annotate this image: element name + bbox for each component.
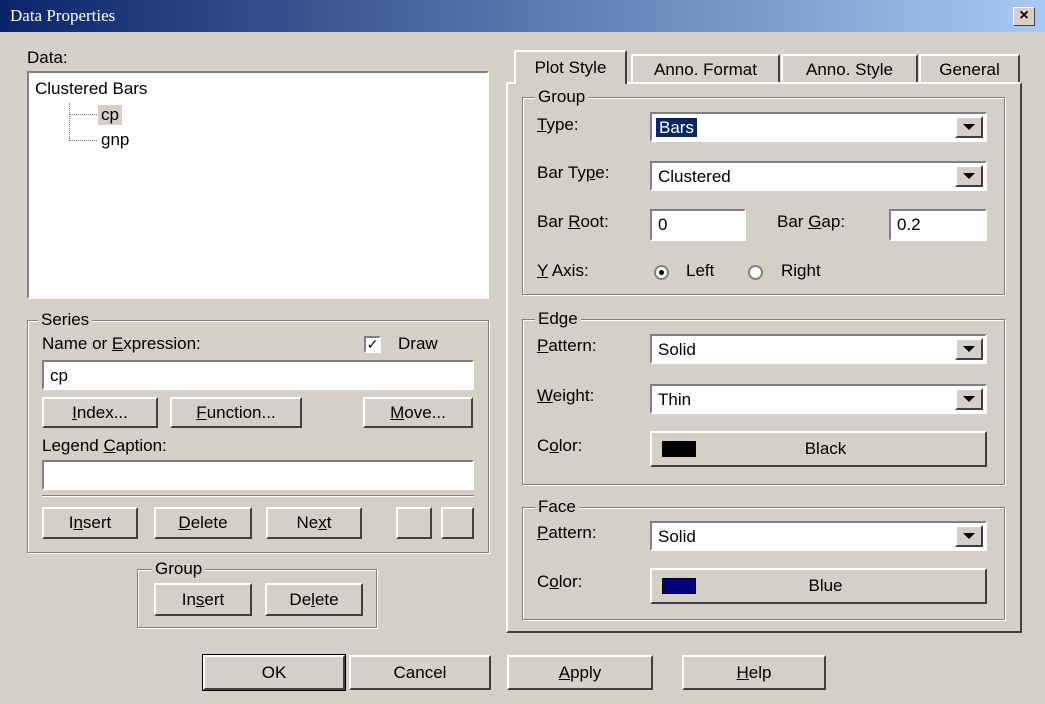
series-extra-button-2[interactable] [441, 507, 474, 539]
tree-root[interactable]: Clustered Bars [35, 79, 147, 99]
bar-type-dropdown-button[interactable] [955, 165, 983, 187]
group-insert-button[interactable]: Insert [154, 583, 252, 616]
index-button[interactable]: Index... [42, 397, 158, 428]
bar-root-input[interactable]: 0 [650, 209, 746, 241]
bar-root-label: Bar Root: [537, 212, 609, 231]
chevron-down-icon [963, 533, 975, 539]
type-select[interactable]: Bars [650, 112, 987, 142]
tree-line-vertical [69, 103, 71, 141]
edge-color-swatch [662, 441, 696, 457]
apply-button[interactable]: Apply [507, 655, 653, 690]
edge-weight-value: Thin [658, 390, 692, 409]
name-expression-input[interactable]: cp [42, 360, 474, 390]
face-color-name: Blue [808, 576, 843, 595]
chevron-down-icon [963, 396, 975, 402]
tab-plot-style[interactable]: Plot Style [514, 50, 627, 84]
close-button[interactable]: × [1013, 7, 1035, 26]
face-pattern-dropdown-button[interactable] [955, 525, 983, 547]
face-color-label: Color: [537, 572, 583, 591]
edge-pattern-dropdown-button[interactable] [955, 338, 983, 360]
edge-weight-dropdown-button[interactable] [955, 388, 983, 410]
type-value: Bars [656, 118, 697, 137]
title-bar [0, 0, 1045, 32]
draw-label: Draw [398, 334, 438, 353]
tree-item-cp[interactable]: cp [98, 105, 122, 125]
bar-type-label: Bar Type: [537, 163, 610, 182]
edge-weight-select[interactable]: Thin [650, 384, 987, 414]
edge-legend: Edge [535, 309, 581, 329]
legend-caption-input[interactable] [42, 460, 474, 490]
tab-anno-style[interactable]: Anno. Style [781, 54, 918, 84]
edge-weight-label: Weight: [537, 386, 595, 405]
chevron-down-icon [963, 173, 975, 179]
bar-type-value: Clustered [658, 167, 731, 186]
tree-line-branch [69, 140, 97, 141]
y-axis-left-radio[interactable] [654, 265, 669, 280]
data-tree[interactable]: Clustered Bars cp gnp [27, 71, 489, 299]
name-expression-value: cp [50, 366, 68, 385]
bar-gap-input[interactable]: 0.2 [889, 209, 987, 241]
group-delete-button[interactable]: Delete [265, 583, 363, 616]
help-button[interactable]: Help [682, 655, 826, 690]
edge-pattern-label: Pattern: [537, 336, 597, 355]
bar-type-select[interactable]: Clustered [650, 161, 987, 191]
face-color-button[interactable]: Blue [650, 568, 987, 604]
edge-color-name: Black [804, 439, 847, 458]
name-expression-label: Name or Expression: [42, 334, 201, 353]
face-pattern-select[interactable]: Solid [650, 521, 987, 551]
check-icon: ✓ [366, 336, 379, 352]
cancel-button[interactable]: Cancel [349, 655, 491, 690]
face-legend: Face [535, 497, 579, 517]
bar-gap-label: Bar Gap: [777, 212, 846, 231]
series-legend: Series [38, 310, 93, 330]
y-axis-right-radio[interactable] [748, 265, 763, 280]
bar-root-value: 0 [658, 215, 668, 234]
edge-pattern-value: Solid [658, 340, 696, 359]
series-delete-button[interactable]: Delete [154, 507, 252, 539]
series-divider [42, 495, 474, 497]
move-button[interactable]: Move... [363, 397, 473, 428]
face-pattern-value: Solid [658, 527, 696, 546]
series-insert-button[interactable]: Insert [42, 507, 138, 539]
draw-checkbox[interactable]: ✓ [364, 336, 381, 353]
tree-line-branch [69, 114, 97, 115]
radio-selected-dot [659, 270, 664, 275]
window-title: Data Properties [10, 6, 116, 25]
edge-color-button[interactable]: Black [650, 431, 987, 467]
type-label: Type: [537, 115, 579, 134]
chevron-down-icon [963, 346, 975, 352]
tab-general[interactable]: General [919, 54, 1020, 84]
y-axis-left-label[interactable]: Left [686, 261, 714, 281]
bar-gap-value: 0.2 [897, 215, 921, 234]
face-pattern-label: Pattern: [537, 523, 597, 542]
tab-anno-format[interactable]: Anno. Format [631, 54, 780, 84]
type-dropdown-button[interactable] [955, 116, 983, 138]
tree-item-gnp[interactable]: gnp [98, 130, 132, 150]
close-icon: × [1019, 7, 1029, 24]
function-button[interactable]: Function... [170, 397, 302, 428]
group-legend: Group [152, 559, 206, 579]
edge-pattern-select[interactable]: Solid [650, 334, 987, 364]
plot-group-legend: Group [535, 87, 589, 107]
ok-button[interactable]: OK [202, 654, 346, 691]
series-extra-button-1[interactable] [396, 507, 432, 539]
chevron-down-icon [963, 124, 975, 130]
legend-caption-label: Legend Caption: [42, 436, 167, 455]
edge-color-label: Color: [537, 436, 583, 455]
face-color-swatch [662, 578, 696, 594]
y-axis-right-label[interactable]: Right [781, 261, 821, 281]
y-axis-label: Y Axis: [537, 261, 589, 280]
series-next-button[interactable]: Next [266, 507, 362, 539]
data-label: Data: [27, 48, 68, 67]
